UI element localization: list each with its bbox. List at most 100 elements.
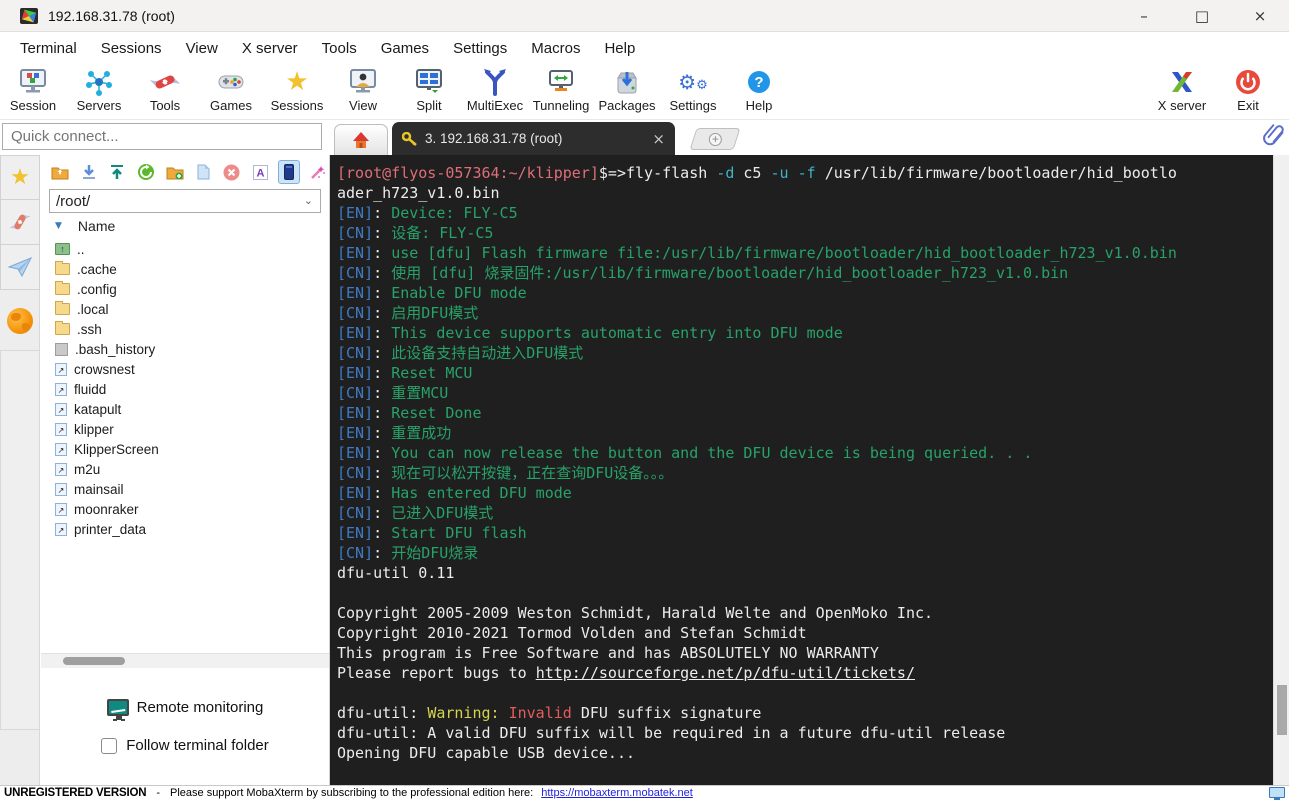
sidebar-tab-macros[interactable] — [0, 245, 40, 290]
games-button[interactable]: Games — [198, 63, 264, 113]
home-icon — [351, 130, 371, 150]
menu-terminal[interactable]: Terminal — [8, 36, 89, 61]
horizontal-scrollbar[interactable] — [41, 653, 329, 668]
file-row[interactable]: ↑.. — [55, 239, 329, 259]
file-row[interactable]: ↗ crowsnest — [55, 359, 329, 379]
file-name: printer_data — [74, 521, 147, 537]
terminal-line: [CN]: 已进入DFU模式 — [337, 504, 494, 522]
file-row[interactable]: .bash_history — [55, 339, 329, 359]
tray-monitor-icon — [1269, 787, 1285, 800]
file-row[interactable]: ↗ printer_data — [55, 519, 329, 539]
file-row[interactable]: ↗ moonraker — [55, 499, 329, 519]
close-button[interactable]: × — [1231, 0, 1289, 31]
multiexec-button[interactable]: MultiExec — [462, 63, 528, 113]
file-row[interactable]: .config — [55, 279, 329, 299]
terminal-line: [EN]: Has entered DFU mode — [337, 484, 572, 502]
file-name: fluidd — [74, 381, 107, 397]
new-folder-icon[interactable] — [163, 160, 186, 184]
tab-close-icon[interactable]: × — [652, 130, 665, 148]
list-view-icon[interactable] — [277, 160, 301, 184]
current-path-input[interactable] — [49, 189, 321, 213]
sidebar-tab-sessions[interactable]: ★ — [0, 155, 40, 200]
terminal-scrollbar[interactable] — [1273, 155, 1289, 786]
follow-folder-checkbox[interactable] — [101, 737, 118, 754]
side-strip-panel — [0, 350, 40, 730]
terminal-line: ader_h723_v1.0.bin — [337, 184, 500, 202]
main-toolbar: Session Servers Tools Games ★ Sessions V… — [0, 63, 1289, 120]
multiexec-icon — [480, 67, 510, 97]
file-row[interactable]: ↗ KlipperScreen — [55, 439, 329, 459]
symlink-icon: ↗ — [55, 422, 67, 436]
terminal-output[interactable]: [root@flyos-057364:~/klipper]$=>fly-flas… — [330, 155, 1273, 786]
mobatek-link[interactable]: https://mobaxterm.mobatek.net — [541, 787, 693, 799]
terminal-line: Copyright 2010-2021 Tormod Volden and St… — [337, 624, 807, 642]
upload-icon[interactable] — [106, 160, 129, 184]
file-row[interactable]: .local — [55, 299, 329, 319]
remote-monitoring-button[interactable]: Remote monitoring — [41, 699, 329, 720]
tunneling-button[interactable]: Tunneling — [528, 63, 594, 113]
file-row[interactable]: ↗ katapult — [55, 399, 329, 419]
terminal-line: [EN]: Start DFU flash — [337, 524, 527, 542]
exit-button[interactable]: Exit — [1215, 63, 1281, 113]
go-up-folder-icon[interactable] — [49, 160, 72, 184]
menu-sessions[interactable]: Sessions — [89, 36, 174, 61]
terminal-scrollbar-thumb[interactable] — [1277, 685, 1287, 735]
file-list-header[interactable]: ▼ Name — [41, 213, 329, 239]
refresh-icon[interactable] — [135, 160, 158, 184]
quick-connect-input[interactable] — [2, 123, 322, 150]
rename-icon[interactable]: A — [249, 160, 272, 184]
star-icon: ★ — [10, 164, 30, 190]
tab-home[interactable] — [334, 124, 388, 155]
maximize-button[interactable]: □ — [1173, 0, 1231, 31]
new-file-icon[interactable] — [192, 160, 215, 184]
main-area: ★ A /root/ ⌄ ▼ Name ↑ .. .cache .config … — [0, 155, 1289, 786]
symlink-icon: ↗ — [55, 462, 67, 476]
file-row[interactable]: ↗ fluidd — [55, 379, 329, 399]
settings-button[interactable]: ⚙⚙ Settings — [660, 63, 726, 113]
horizontal-scrollbar-thumb[interactable] — [63, 657, 125, 665]
file-name: .config — [77, 281, 117, 297]
delete-icon[interactable] — [221, 160, 244, 184]
tab-session-active[interactable]: 3. 192.168.31.78 (root) × — [392, 122, 675, 155]
xserver-button[interactable]: X server — [1149, 63, 1215, 113]
menu-xserver[interactable]: X server — [230, 36, 310, 61]
attachments-paperclip-icon[interactable] — [1260, 123, 1284, 149]
menu-help[interactable]: Help — [592, 36, 647, 61]
file-row[interactable]: ↗ m2u — [55, 459, 329, 479]
menu-settings[interactable]: Settings — [441, 36, 519, 61]
status-message: Please support MobaXterm by subscribing … — [170, 786, 534, 799]
follow-terminal-folder-row[interactable]: Follow terminal folder — [41, 737, 329, 754]
sidebar-tab-tools[interactable] — [0, 200, 40, 245]
magic-wand-icon[interactable] — [306, 160, 329, 184]
file-row[interactable]: .ssh — [55, 319, 329, 339]
file-row[interactable]: .cache — [55, 259, 329, 279]
menu-macros[interactable]: Macros — [519, 36, 592, 61]
session-button[interactable]: Session — [0, 63, 66, 113]
split-icon — [414, 67, 444, 97]
help-button[interactable]: ? Help — [726, 63, 792, 113]
menu-view[interactable]: View — [174, 36, 230, 61]
tools-button[interactable]: Tools — [132, 63, 198, 113]
gfile-icon — [55, 342, 68, 356]
menu-games[interactable]: Games — [369, 36, 441, 61]
toolbar-label: Help — [745, 98, 773, 113]
toolbar-label: Games — [210, 98, 252, 113]
minimize-button[interactable]: – — [1115, 0, 1173, 31]
packages-button[interactable]: Packages — [594, 63, 660, 113]
terminal-line: Copyright 2005-2009 Weston Schmidt, Hara… — [337, 604, 934, 622]
file-list[interactable]: ↑.. .cache .config .local .ssh .bash_history ↗… — [41, 239, 329, 539]
file-row[interactable]: ↗ mainsail — [55, 479, 329, 499]
split-button[interactable]: Split — [396, 63, 462, 113]
download-icon[interactable] — [78, 160, 101, 184]
xserver-icon — [1167, 67, 1197, 97]
view-button[interactable]: View — [330, 63, 396, 113]
file-row[interactable]: ↗ klipper — [55, 419, 329, 439]
sessions-button[interactable]: ★ Sessions — [264, 63, 330, 113]
menu-tools[interactable]: Tools — [310, 36, 369, 61]
sftp-toolbar: A — [41, 155, 329, 189]
new-tab-button[interactable]: + — [689, 128, 741, 150]
symlink-icon: ↗ — [55, 482, 67, 496]
sftp-globe-icon[interactable] — [6, 308, 33, 334]
servers-button[interactable]: Servers — [66, 63, 132, 113]
